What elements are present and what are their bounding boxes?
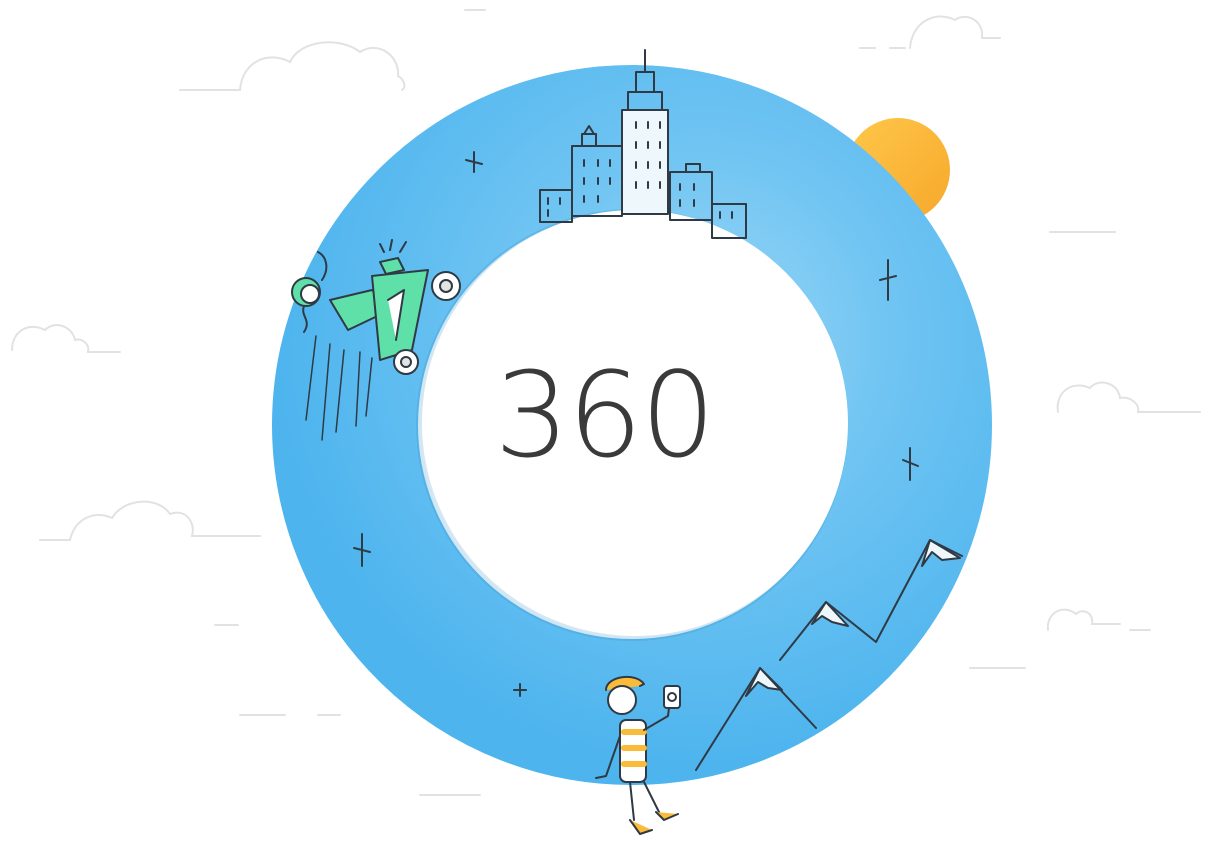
center-number: 360 [494,346,715,484]
